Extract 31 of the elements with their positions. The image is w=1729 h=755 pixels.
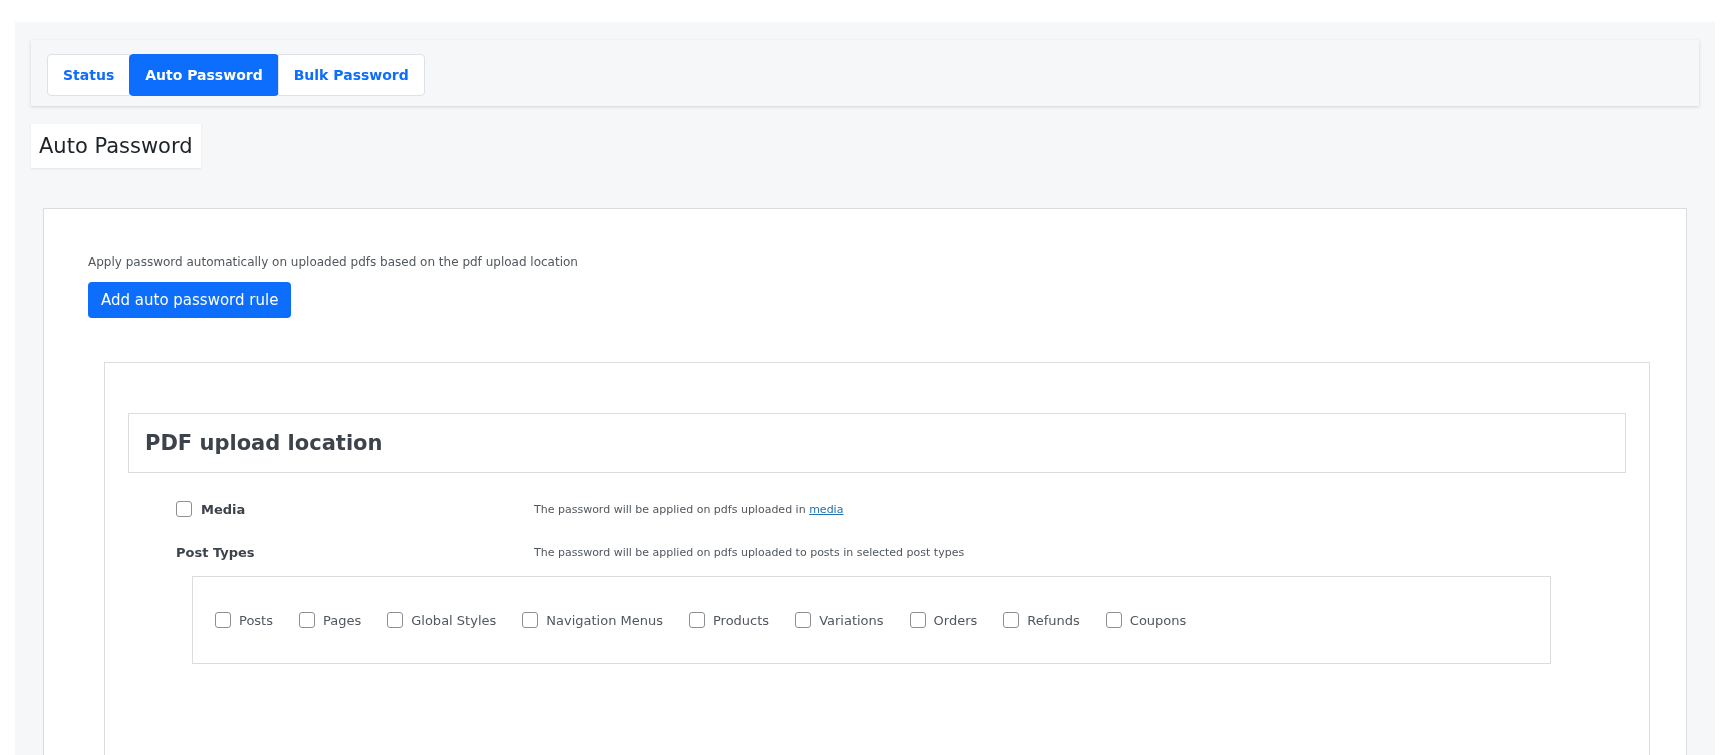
checkbox-label: Coupons bbox=[1129, 612, 1187, 628]
checkbox[interactable] bbox=[299, 612, 315, 628]
media-link[interactable]: media bbox=[809, 502, 844, 516]
post-types-hint: The password will be applied on pdfs uploaded to posts in selected post types bbox=[534, 546, 966, 559]
checkbox-label: Variations bbox=[819, 612, 884, 628]
tab[interactable]: Auto Password bbox=[129, 54, 279, 96]
checkbox-label: Posts bbox=[239, 612, 273, 628]
checkbox-label: Refunds bbox=[1027, 612, 1080, 628]
media-hint: The password will be applied on pdfs uploaded in media bbox=[534, 502, 845, 516]
checkbox[interactable] bbox=[689, 612, 705, 628]
post-types-label: Post Types bbox=[176, 545, 256, 560]
section-title: PDF upload location bbox=[128, 413, 1626, 473]
checkbox-label: Orders bbox=[933, 612, 978, 628]
checkbox-label: Products bbox=[713, 612, 770, 628]
checkbox[interactable] bbox=[1105, 612, 1122, 628]
description: Apply password automatically on uploaded pdfs based on the pdf upload location bbox=[88, 255, 579, 269]
tab[interactable]: Status bbox=[47, 54, 131, 96]
page-title: Auto Password bbox=[31, 124, 201, 168]
tab[interactable]: Bulk Password bbox=[277, 54, 425, 96]
checkbox-label: Global Styles bbox=[411, 612, 497, 628]
checkbox[interactable] bbox=[387, 612, 404, 628]
checkbox[interactable] bbox=[795, 612, 812, 628]
add-rule-button[interactable]: Add auto password rule bbox=[88, 282, 292, 318]
checkbox[interactable] bbox=[176, 501, 192, 517]
checkbox-label: Navigation Menus bbox=[546, 612, 663, 628]
checkbox[interactable] bbox=[1003, 612, 1020, 628]
checkbox[interactable] bbox=[215, 612, 231, 628]
checkbox-label: Pages bbox=[323, 612, 362, 628]
checkbox[interactable] bbox=[522, 612, 539, 628]
checkbox[interactable] bbox=[909, 612, 926, 628]
media-label: Media bbox=[201, 501, 246, 517]
